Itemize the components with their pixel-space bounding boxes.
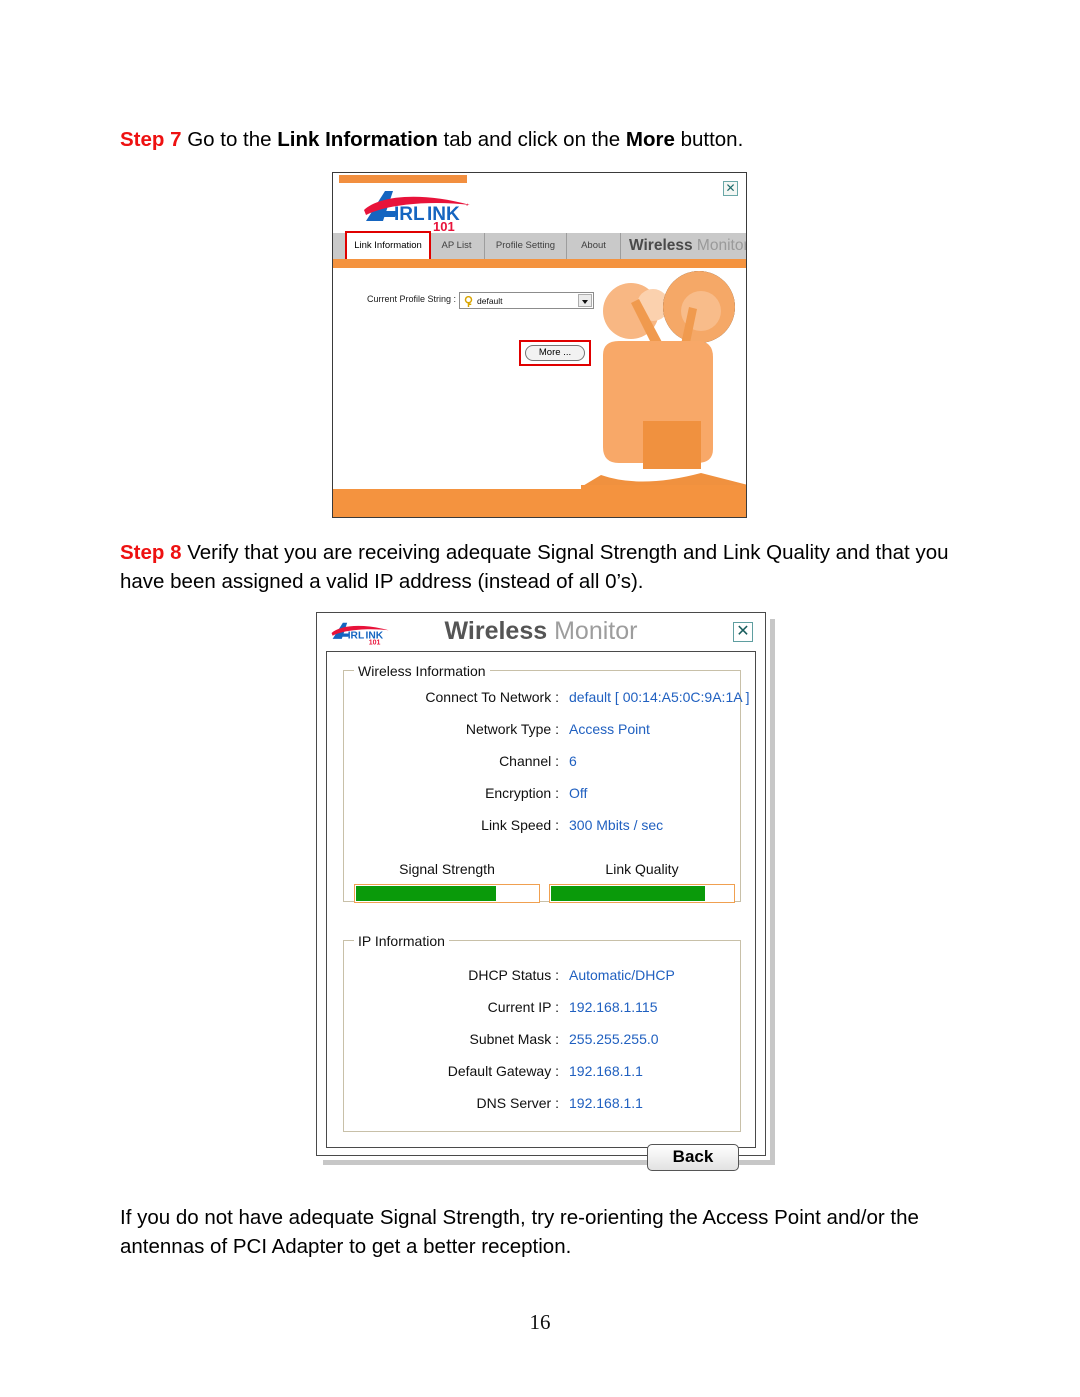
signal-meters: Signal Strength Link Quality	[344, 861, 742, 903]
svg-text:101: 101	[433, 219, 455, 232]
tab-profile-setting[interactable]: Profile Setting	[485, 233, 567, 259]
link-information-panel: Current Profile String : default More ..…	[333, 268, 746, 489]
label-network-type: Network Type :	[465, 721, 559, 737]
label-default-gateway: Default Gateway :	[447, 1063, 559, 1079]
profile-key-icon	[463, 295, 474, 308]
link-quality-bar	[549, 884, 735, 903]
step-7-label: Step 7	[120, 128, 182, 151]
label-connect-to-network: Connect To Network :	[425, 689, 559, 705]
svg-text:IRL: IRL	[394, 204, 425, 225]
step-8-instruction: Step 8 Verify that you are receiving ade…	[120, 538, 980, 596]
label-encryption: Encryption :	[485, 785, 559, 801]
row-link-speed: Link Speed : 300 Mbits / sec	[344, 817, 742, 839]
row-default-gateway: Default Gateway : 192.168.1.1	[344, 1063, 742, 1085]
dialog-title-bar: IRL INK 101 Wireless Monitor ✕	[317, 613, 765, 651]
orange-accent-strip	[333, 259, 746, 268]
value-connect-to-network: default [ 00:14:A5:0C:9A:1A ]	[569, 689, 750, 705]
label-subnet-mask: Subnet Mask :	[469, 1031, 560, 1047]
profile-string-dropdown[interactable]: default	[459, 292, 594, 309]
step-7-text-1: Go to the	[181, 128, 278, 151]
step-7-text-2: tab and click on the	[437, 128, 626, 151]
profile-string-value: default	[477, 295, 503, 306]
value-encryption: Off	[569, 785, 588, 801]
svg-text:*: *	[466, 203, 469, 210]
more-button-highlight: More ...	[519, 340, 591, 366]
label-channel: Channel :	[499, 753, 559, 769]
value-dns-server: 192.168.1.1	[569, 1095, 643, 1111]
link-quality-fill	[551, 886, 706, 901]
row-subnet-mask: Subnet Mask : 255.255.255.0	[344, 1031, 742, 1053]
label-dns-server: DNS Server :	[476, 1095, 559, 1111]
orange-footer-bar	[333, 489, 746, 517]
step-7-instruction: Step 7 Go to the Link Information tab an…	[120, 125, 980, 154]
dialog-content: Wireless Information Connect To Network …	[326, 651, 756, 1171]
brand-light: Monitor	[692, 237, 747, 254]
value-network-type: Access Point	[569, 721, 650, 737]
step-7-text-3: button.	[674, 128, 744, 151]
value-link-speed: 300 Mbits / sec	[569, 817, 664, 833]
value-default-gateway: 192.168.1.1	[569, 1063, 643, 1079]
value-channel: 6	[569, 753, 577, 769]
wireless-monitor-main-window: IRL INK * 101 ✕ Link Information AP List…	[332, 172, 747, 518]
chevron-down-icon[interactable]	[578, 294, 592, 307]
closing-paragraph: If you do not have adequate Signal Stren…	[120, 1206, 919, 1258]
value-current-ip: 192.168.1.115	[569, 999, 658, 1015]
link-quality-label: Link Quality	[605, 861, 679, 877]
value-subnet-mask: 255.255.255.0	[569, 1031, 659, 1047]
orange-accent-bar-top	[339, 175, 467, 183]
row-connect-to-network: Connect To Network : default [ 00:14:A5:…	[344, 689, 749, 711]
ip-information-group: IP Information DHCP Status : Automatic/D…	[343, 933, 742, 1132]
label-dhcp-status: DHCP Status :	[468, 967, 559, 983]
dialog-title-bold: Wireless	[444, 617, 548, 645]
airlink-101-logo: IRL INK * 101	[363, 188, 478, 234]
row-network-type: Network Type : Access Point	[344, 721, 742, 743]
dialog-title: Wireless Monitor	[317, 617, 765, 646]
wireless-monitor-detail-dialog: IRL INK 101 Wireless Monitor ✕ Wireless …	[316, 612, 766, 1171]
close-icon[interactable]: ✕	[723, 181, 738, 196]
step-8-label: Step 8	[120, 541, 182, 564]
signal-strength-bar	[354, 884, 540, 903]
ip-information-title: IP Information	[354, 933, 449, 949]
row-channel: Channel : 6	[344, 753, 742, 775]
step-7-bold-more: More	[625, 128, 675, 151]
brand-bold: Wireless	[629, 237, 693, 254]
tab-about[interactable]: About	[567, 233, 621, 259]
current-profile-label: Current Profile String :	[367, 294, 457, 304]
back-button[interactable]: Back	[647, 1144, 739, 1171]
signal-strength-fill	[356, 886, 496, 901]
row-dns-server: DNS Server : 192.168.1.1	[344, 1095, 742, 1117]
page-number: 16	[529, 1310, 551, 1334]
row-dhcp-status: DHCP Status : Automatic/DHCP	[344, 967, 742, 989]
row-encryption: Encryption : Off	[344, 785, 742, 807]
step-8-text: Verify that you are receiving adequate S…	[120, 541, 949, 593]
current-profile-row: Current Profile String : default	[367, 292, 727, 310]
row-current-ip: Current IP : 192.168.1.115	[344, 999, 742, 1021]
window-brand-title: Wireless Monitor	[629, 233, 747, 259]
value-dhcp-status: Automatic/DHCP	[569, 967, 675, 983]
signal-strength-label: Signal Strength	[399, 861, 495, 877]
dialog-title-light: Monitor	[547, 617, 638, 645]
wireless-information-title: Wireless Information	[354, 663, 490, 679]
wireless-information-group: Wireless Information Connect To Network …	[343, 663, 750, 903]
label-link-speed: Link Speed :	[481, 817, 559, 833]
more-button[interactable]: More ...	[525, 345, 585, 361]
tab-ap-list[interactable]: AP List	[429, 233, 485, 259]
close-icon[interactable]: ✕	[733, 622, 753, 642]
step-7-bold-link-information: Link Information	[277, 128, 438, 151]
label-current-ip: Current IP :	[487, 999, 559, 1015]
tab-link-information[interactable]: Link Information	[347, 233, 429, 259]
